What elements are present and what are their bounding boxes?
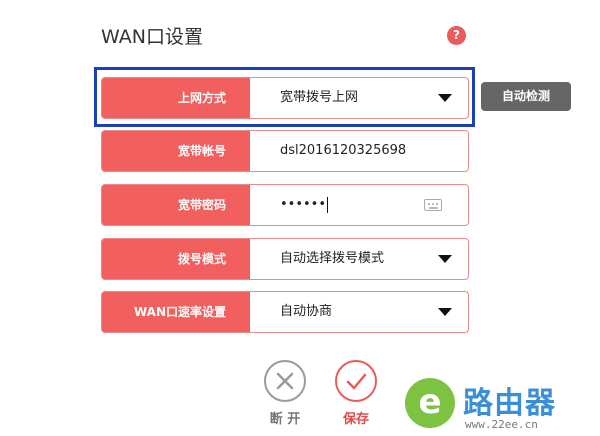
chevron-down-icon[interactable] — [438, 255, 452, 263]
dial-mode-value: 自动选择拨号模式 — [280, 251, 385, 266]
help-icon[interactable]: ? — [447, 26, 466, 45]
close-icon[interactable] — [264, 360, 306, 402]
dial-mode-select[interactable]: 拨号模式 自动选择拨号模式 — [101, 238, 469, 280]
account-field[interactable]: 宽带帐号 dsl2016120325698 — [101, 130, 469, 172]
account-value: dsl2016120325698 — [280, 143, 407, 158]
password-field[interactable]: 宽带密码 •••••• — [101, 184, 469, 226]
auto-detect-button[interactable]: 自动检测 — [481, 82, 571, 111]
text-cursor — [327, 196, 329, 213]
wan-speed-label: WAN口速率设置 — [102, 292, 250, 332]
watermark-url: www.22ee.cn — [465, 418, 538, 431]
password-value: •••••• — [280, 185, 329, 225]
disconnect-button[interactable]: 断 开 — [260, 360, 310, 427]
highlight-annotation — [94, 67, 475, 127]
check-icon-glyph — [346, 373, 367, 390]
page-title: WAN口设置 — [101, 26, 203, 48]
watermark-logo-icon: e — [405, 378, 455, 428]
watermark: e 路由器 www.22ee.cn — [395, 378, 600, 436]
wan-speed-select[interactable]: WAN口速率设置 自动协商 — [101, 291, 469, 333]
chevron-down-icon[interactable] — [438, 308, 452, 316]
wan-speed-value: 自动协商 — [280, 304, 333, 319]
check-icon[interactable] — [335, 360, 377, 402]
save-label: 保存 — [342, 412, 369, 427]
password-label: 宽带密码 — [102, 185, 250, 225]
save-button[interactable]: 保存 — [331, 360, 381, 427]
watermark-brand: 路由器 — [463, 386, 556, 421]
account-label: 宽带帐号 — [102, 131, 250, 171]
disconnect-label: 断 开 — [269, 412, 301, 427]
keyboard-icon[interactable] — [424, 199, 442, 211]
close-icon-glyph — [276, 372, 294, 390]
password-mask: •••••• — [280, 197, 327, 212]
dial-mode-label: 拨号模式 — [102, 239, 250, 279]
